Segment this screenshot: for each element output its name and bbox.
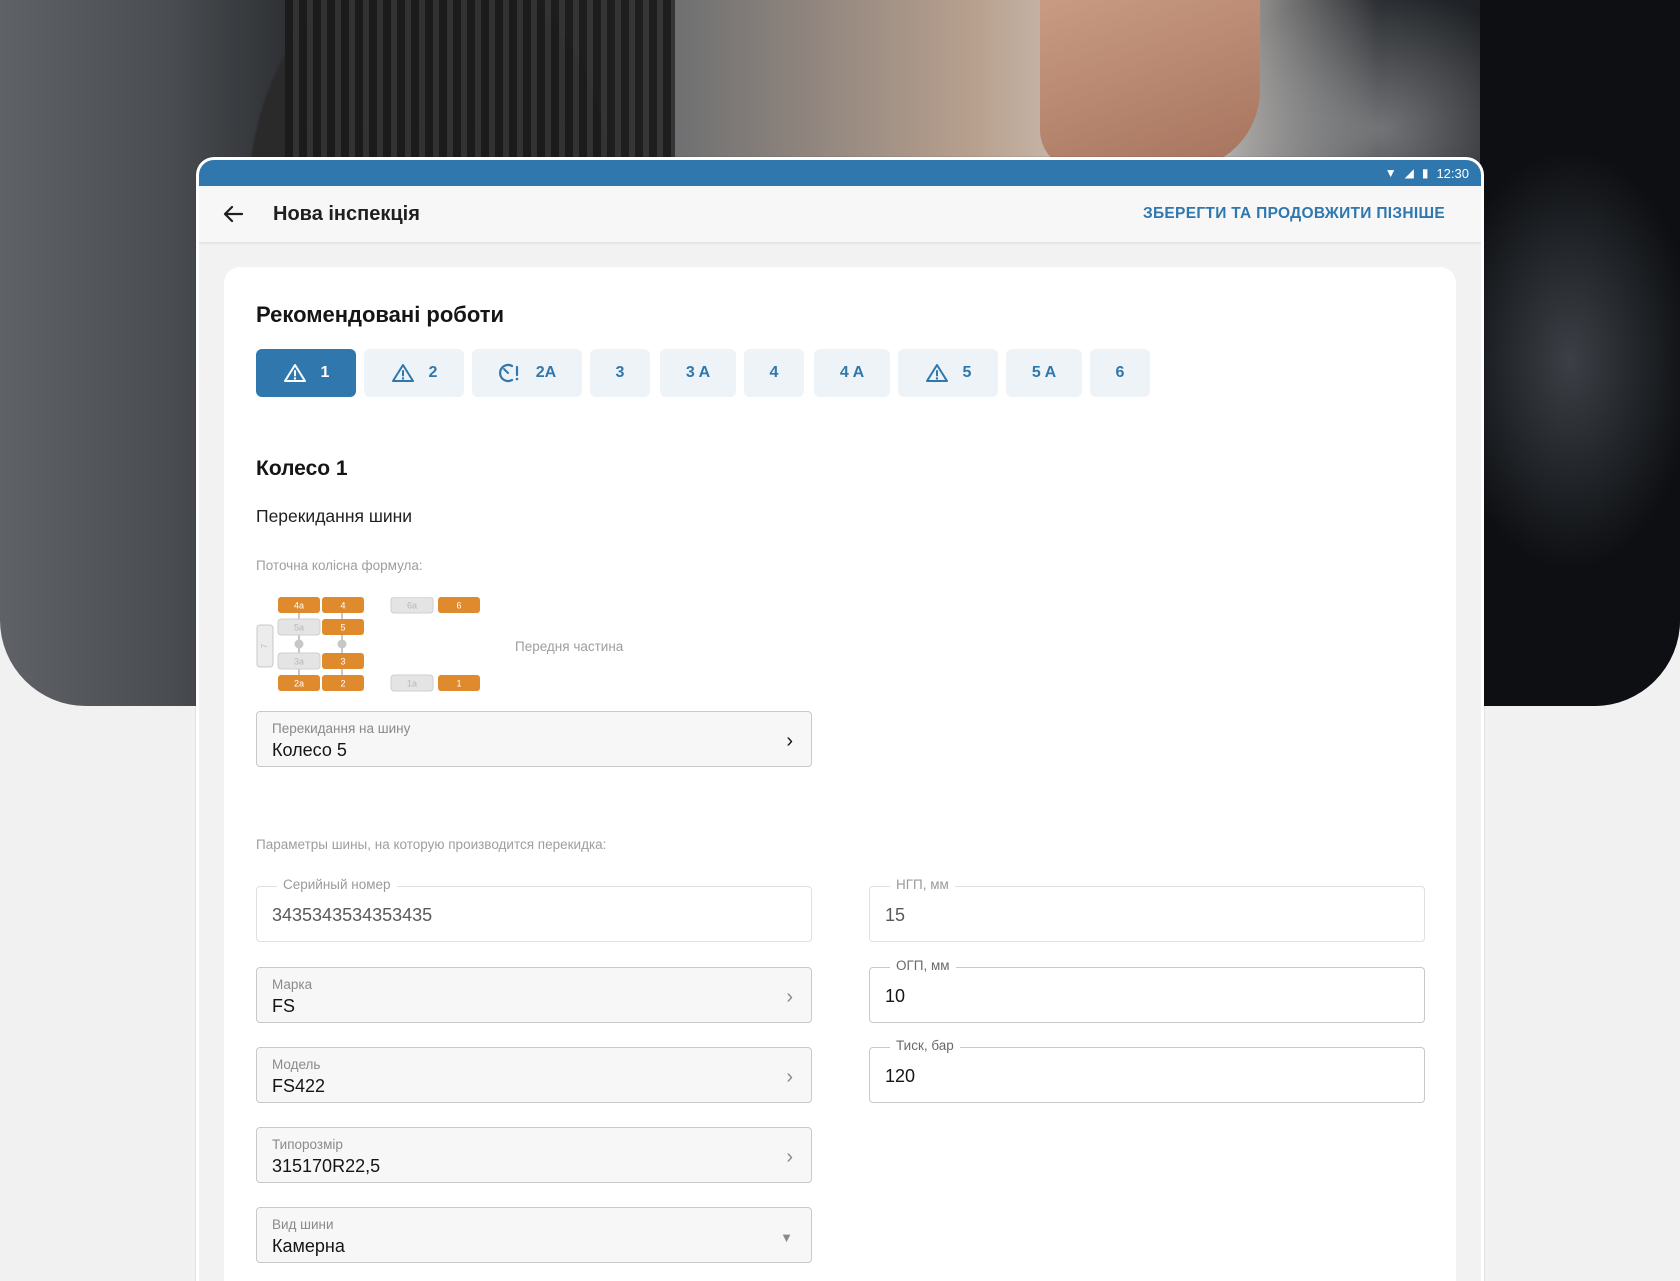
back-button[interactable] xyxy=(217,198,249,230)
brand-value: FS xyxy=(272,996,296,1016)
wheel-chip-label: 4 A xyxy=(839,364,865,381)
app-bar: Нова інспекція ЗБЕРЕГТИ ТА ПРОДОВЖИТИ ПІ… xyxy=(199,186,1481,243)
warning-icon xyxy=(925,363,949,383)
wheel-chip-label: 3 xyxy=(615,364,625,381)
wheel-chip-1[interactable]: 1 xyxy=(256,349,356,397)
model-value: FS422 xyxy=(272,1076,326,1096)
gauge-alert-icon xyxy=(498,362,522,384)
wheel-2-label: 2 xyxy=(340,679,345,689)
transfer-value: Колесо 5 xyxy=(272,740,347,760)
wheel-chip-5[interactable]: 5 xyxy=(898,349,998,397)
axle-joint xyxy=(337,639,347,649)
transfer-select[interactable]: Перекидання на шину Колесо 5 › xyxy=(256,711,812,767)
model-label: Модель xyxy=(272,1057,321,1072)
ngp-field[interactable]: НГП, мм 15 xyxy=(869,877,1425,942)
wheel-chip-3a[interactable]: 3 A xyxy=(660,349,736,397)
tyre-type-label: Вид шини xyxy=(272,1217,334,1232)
tablet-frame: ▼ ◢ ▮ 12:30 Нова інспекція ЗБЕРЕГТИ ТА П… xyxy=(196,157,1484,1281)
serial-label: Серийный номер xyxy=(277,877,397,892)
front-label: Передня частина xyxy=(515,639,624,654)
wheel-chip-label: 2 xyxy=(428,364,438,381)
wheel-3-label: 3 xyxy=(340,657,345,667)
wheel-subtitle: Перекидання шини xyxy=(256,506,413,526)
serial-value: 3435343534353435 xyxy=(272,905,433,925)
ogp-value: 10 xyxy=(885,986,906,1006)
wheel-title: Колесо 1 xyxy=(256,457,348,480)
wheel-formula-diagram: 7 1 2 3 4 5 6 4a 5a 3a 2a 6a 1a xyxy=(256,597,480,692)
params-label: Параметры шины, на которую производится … xyxy=(256,837,607,852)
wheel-1-label: 1 xyxy=(456,679,461,689)
formula-label: Поточна колісна формула: xyxy=(256,558,423,573)
chevron-right-icon: › xyxy=(786,986,793,1008)
wheel-chip-6[interactable]: 6 xyxy=(1090,349,1150,397)
tyre-type-select[interactable]: Вид шини Камерна ▼ xyxy=(256,1207,812,1263)
wifi-icon: ▼ xyxy=(1384,166,1397,180)
wheel-chip-label: 5 xyxy=(962,364,972,381)
wheel-chip-4[interactable]: 4 xyxy=(744,349,804,397)
arrow-left-icon xyxy=(223,205,243,223)
serial-field[interactable]: Серийный номер 3435343534353435 xyxy=(256,877,812,942)
wheel-6a-label: 6a xyxy=(407,601,417,611)
wheel-chip-label: 2A xyxy=(535,364,557,381)
ogp-field[interactable]: ОГП, мм 10 xyxy=(869,958,1425,1023)
wheel-7-label: 7 xyxy=(260,643,269,648)
wheel-4-label: 4 xyxy=(340,601,345,611)
page-title: Нова інспекція xyxy=(273,202,420,225)
ngp-label: НГП, мм xyxy=(890,877,955,892)
brand-select[interactable]: Марка FS › xyxy=(256,967,812,1023)
wheel-chip-4a[interactable]: 4 A xyxy=(814,349,890,397)
save-later-button[interactable]: ЗБЕРЕГТИ ТА ПРОДОВЖИТИ ПІЗНІШЕ xyxy=(1143,205,1445,223)
pressure-label: Тиск, бар xyxy=(890,1038,960,1053)
tyre-image xyxy=(285,0,675,180)
caret-down-icon: ▼ xyxy=(780,1230,793,1245)
inspection-card: Рекомендовані роботи 1 2 2A 3 3 A 4 4 A 5 5 A 6 К… xyxy=(224,267,1456,1281)
brand-label: Марка xyxy=(272,977,313,992)
status-time: 12:30 xyxy=(1436,165,1469,181)
wheel-6-label: 6 xyxy=(456,601,461,611)
wheel-4a-label: 4a xyxy=(294,601,304,611)
wheel-chip-label: 4 xyxy=(769,364,779,381)
warning-icon xyxy=(391,363,415,383)
model-select[interactable]: Модель FS422 › xyxy=(256,1047,812,1103)
wheel-chip-5a[interactable]: 5 A xyxy=(1006,349,1082,397)
tyre-type-value: Камерна xyxy=(272,1236,345,1256)
wheel-chip-label: 1 xyxy=(320,364,330,381)
mechanic-arm-image xyxy=(1040,0,1260,170)
ngp-value: 15 xyxy=(885,905,906,925)
chevron-right-icon: › xyxy=(786,1146,793,1168)
wheel-chip-2a[interactable]: 2A xyxy=(472,349,582,397)
size-value: 315170R22,5 xyxy=(272,1156,381,1176)
size-label: Типорозмір xyxy=(272,1137,343,1152)
pressure-field[interactable]: Тиск, бар 120 xyxy=(869,1038,1425,1103)
chevron-right-icon: › xyxy=(786,730,793,752)
signal-icon: ◢ xyxy=(1404,166,1414,180)
ogp-label: ОГП, мм xyxy=(890,958,956,973)
wheel-5-label: 5 xyxy=(340,623,345,633)
wheel-chip-label: 5 A xyxy=(1031,364,1057,381)
transfer-label: Перекидання на шину xyxy=(272,721,411,736)
battery-icon: ▮ xyxy=(1421,166,1429,180)
recommended-title: Рекомендовані роботи xyxy=(256,302,505,327)
chevron-right-icon: › xyxy=(786,1066,793,1088)
wheel-chip-label: 6 xyxy=(1115,364,1125,381)
axle-joint xyxy=(294,639,304,649)
warning-icon xyxy=(283,363,307,383)
status-bar: ▼ ◢ ▮ 12:30 xyxy=(199,160,1481,186)
size-select[interactable]: Типорозмір 315170R22,5 › xyxy=(256,1127,812,1183)
wheel-5a-label: 5a xyxy=(294,623,304,633)
wheel-chip-label: 3 A xyxy=(685,364,711,381)
pressure-value: 120 xyxy=(885,1066,916,1086)
wheel-chip-2[interactable]: 2 xyxy=(364,349,464,397)
wheel-2a-label: 2a xyxy=(294,679,304,689)
wheel-3a-label: 3a xyxy=(294,657,304,667)
wheel-1a-label: 1a xyxy=(407,679,417,689)
car-image xyxy=(1480,0,1680,706)
wheel-chip-3[interactable]: 3 xyxy=(590,349,650,397)
